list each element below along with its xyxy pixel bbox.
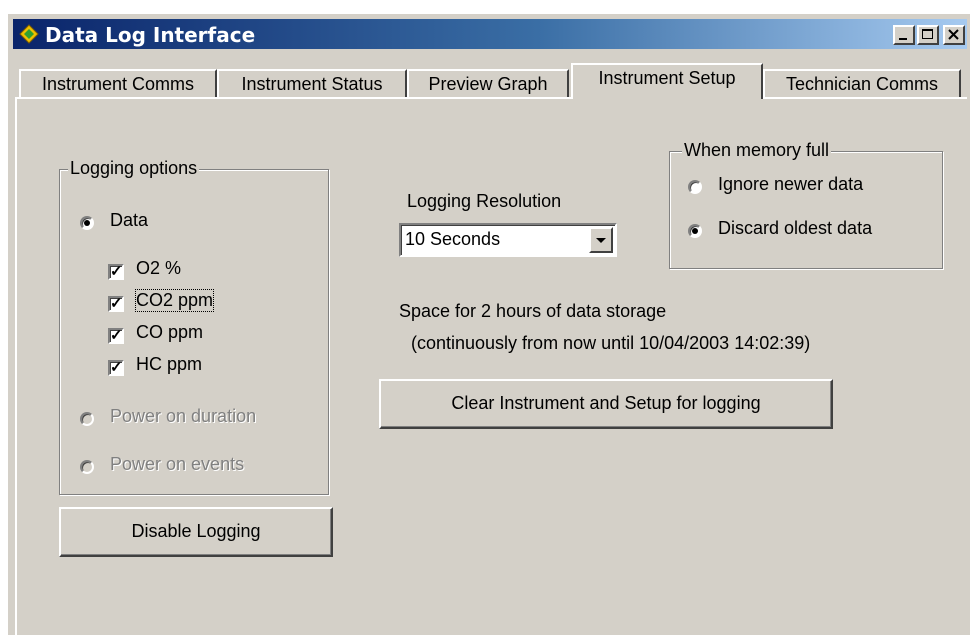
dropdown-button[interactable]	[589, 227, 613, 253]
o2-label: O2 %	[136, 258, 182, 278]
disable-logging-label: Disable Logging	[131, 521, 261, 541]
data-radio-label: Data	[110, 210, 149, 230]
tab-instrument-status[interactable]: Instrument Status	[217, 69, 407, 97]
tab-instrument-comms[interactable]: Instrument Comms	[19, 69, 217, 97]
app-diamond-icon	[19, 24, 39, 44]
hc-checkbox[interactable]: ✓	[108, 360, 124, 376]
window-title: Data Log Interface	[45, 23, 256, 47]
tab-label: Instrument Setup	[598, 68, 736, 88]
discard-oldest-radio[interactable]	[688, 224, 702, 238]
discard-oldest-label: Discard oldest data	[718, 218, 873, 238]
disable-logging-button[interactable]: Disable Logging	[59, 507, 333, 557]
data-log-window: Data Log Interface Instrument Comms Inst…	[8, 14, 970, 637]
co2-label: CO2 ppm	[134, 289, 215, 312]
tab-preview-graph[interactable]: Preview Graph	[407, 69, 569, 97]
tab-label: Instrument Status	[241, 74, 383, 94]
tab-instrument-setup[interactable]: Instrument Setup	[571, 63, 763, 99]
logging-options-group: Logging options Data ✓ O2 % ✓ CO2 ppm ✓ …	[59, 158, 329, 495]
maximize-icon	[922, 29, 933, 39]
power-on-events-label: Power on events	[110, 454, 245, 474]
hc-label: HC ppm	[136, 354, 203, 374]
logging-resolution-select[interactable]: 10 Seconds	[399, 223, 617, 257]
co-label: CO ppm	[136, 322, 204, 342]
memory-full-legend: When memory full	[682, 140, 832, 161]
ignore-newer-radio[interactable]	[688, 180, 702, 194]
minimize-icon	[899, 38, 907, 40]
radio-selected-dot	[84, 220, 90, 226]
data-radio[interactable]	[80, 216, 94, 230]
maximize-button[interactable]	[917, 25, 939, 45]
tab-label: Technician Comms	[785, 74, 939, 94]
instrument-setup-panel: Logging options Data ✓ O2 % ✓ CO2 ppm ✓ …	[15, 97, 967, 637]
clear-and-setup-label: Clear Instrument and Setup for logging	[451, 393, 761, 413]
storage-until-text: (continuously from now until 10/04/2003 …	[411, 333, 811, 353]
power-on-events-radio[interactable]	[80, 460, 94, 474]
memory-full-group: When memory full Ignore newer data Disca…	[669, 140, 943, 269]
tab-label: Instrument Comms	[41, 74, 195, 94]
o2-checkbox[interactable]: ✓	[108, 264, 124, 280]
close-button[interactable]	[943, 25, 965, 45]
close-icon	[948, 29, 959, 40]
radio-selected-dot	[692, 228, 698, 234]
minimize-button[interactable]	[893, 25, 915, 45]
ignore-newer-label: Ignore newer data	[718, 174, 864, 194]
power-on-duration-label: Power on duration	[110, 406, 257, 426]
tab-label: Preview Graph	[428, 74, 548, 94]
co-checkbox[interactable]: ✓	[108, 328, 124, 344]
chevron-down-icon	[596, 238, 606, 243]
logging-resolution-label: Logging Resolution	[407, 191, 562, 211]
clear-and-setup-button[interactable]: Clear Instrument and Setup for logging	[379, 379, 833, 429]
tab-technician-comms[interactable]: Technician Comms	[763, 69, 961, 97]
logging-resolution-value: 10 Seconds	[405, 229, 501, 249]
title-bar[interactable]: Data Log Interface	[13, 19, 967, 49]
logging-options-legend: Logging options	[68, 158, 200, 179]
power-on-duration-radio[interactable]	[80, 412, 94, 426]
co2-checkbox[interactable]: ✓	[108, 296, 124, 312]
storage-summary-text: Space for 2 hours of data storage	[399, 301, 667, 321]
